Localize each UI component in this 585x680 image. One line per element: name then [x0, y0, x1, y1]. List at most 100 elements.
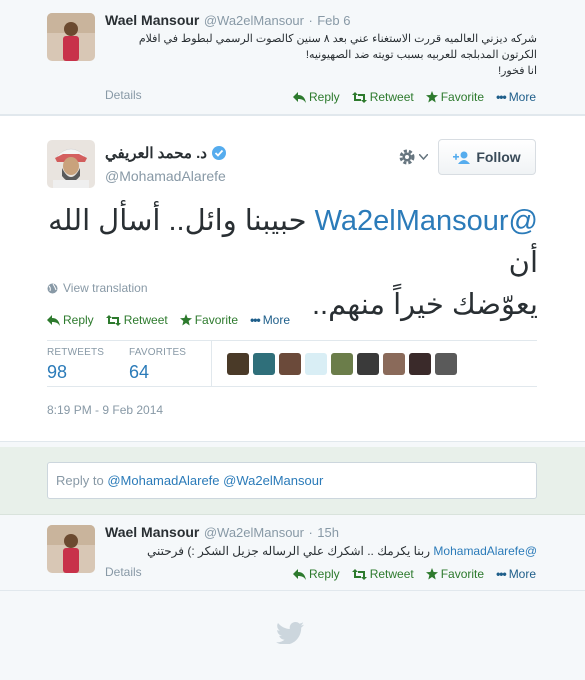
verified-icon	[211, 146, 226, 160]
star-icon	[425, 91, 438, 103]
twitter-bird-icon	[276, 622, 304, 649]
tweet-text-line: الكرتون المدبلجه للعربيه بسبب تويته ضد ا…	[305, 49, 537, 61]
author-name[interactable]: Wael Mansour	[105, 524, 199, 540]
gear-icon	[399, 149, 415, 165]
favoriter-avatar[interactable]	[331, 353, 353, 375]
tweet-text-line: شركه ديزني العالميه قررت الاستغناء عني ب…	[138, 33, 537, 45]
reply-mention: @MohamadAlarefe	[107, 473, 220, 488]
favoriter-avatar[interactable]	[305, 353, 327, 375]
mention-link[interactable]: @MohamadAlarefe	[433, 544, 537, 558]
favorite-button[interactable]: Favorite	[425, 567, 485, 581]
tweet-text-part: ربنا يكرمك .. اشكرك علي الرساله جزيل الش…	[147, 544, 431, 558]
more-dots-icon: •••	[496, 90, 507, 104]
details-link[interactable]: Details	[105, 88, 142, 102]
favorite-button[interactable]: Favorite	[179, 313, 239, 327]
favorite-button[interactable]: Favorite	[425, 90, 485, 104]
more-button[interactable]: ••• More	[250, 313, 290, 327]
author-handle[interactable]: @Wa2elMansour	[204, 525, 304, 540]
more-label: More	[508, 567, 537, 581]
author-name[interactable]: Wael Mansour	[105, 12, 199, 28]
avatar[interactable]	[47, 140, 95, 188]
avatar[interactable]	[47, 525, 95, 573]
favoriter-avatar[interactable]	[357, 353, 379, 375]
favorite-label: Favorite	[194, 313, 239, 327]
reply-label: Reply	[309, 567, 340, 581]
star-icon	[425, 568, 438, 580]
reply-icon	[47, 314, 60, 326]
tweet-actions: Reply Retweet Favorite ••• More	[47, 313, 290, 327]
expanded-tweet: د. محمد العريفي @MohamadAlarefe Follow @…	[0, 115, 585, 442]
retweets-label: RETWEETS	[47, 347, 105, 358]
details-link[interactable]: Details	[105, 565, 142, 579]
tweet-text-line: انا فخور!	[498, 65, 537, 77]
favoriter-avatar[interactable]	[227, 353, 249, 375]
follow-label: Follow	[476, 149, 521, 165]
favorite-label: Favorite	[440, 90, 485, 104]
reply-prefix: Reply to	[56, 473, 104, 488]
settings-menu[interactable]	[398, 148, 428, 166]
favoriter-avatar[interactable]	[435, 353, 457, 375]
timeline: Wael Mansour @Wa2elMansour · Feb 6 شركه …	[0, 0, 585, 680]
tweet-actions: Reply Retweet Favorite ••• More	[293, 90, 536, 104]
tweet-text: @MohamadAlarefe ربنا يكرمك .. اشكرك علي …	[105, 543, 537, 559]
retweet-button[interactable]: Retweet	[351, 90, 414, 104]
favoriter-avatars	[227, 353, 461, 375]
avatar[interactable]	[47, 13, 95, 61]
reply-area: Reply to @MohamadAlarefe @Wa2elMansour	[0, 447, 585, 515]
author-name[interactable]: د. محمد العريفي	[105, 144, 207, 162]
tweet-time[interactable]: Feb 6	[317, 13, 350, 28]
tweet-item[interactable]: Wael Mansour @Wa2elMansour · Feb 6 شركه …	[0, 0, 585, 115]
follow-button[interactable]: Follow	[438, 139, 536, 175]
author-handle[interactable]: @MohamadAlarefe	[105, 168, 226, 184]
view-translation-label: View translation	[63, 281, 148, 295]
reply-input[interactable]: Reply to @MohamadAlarefe @Wa2elMansour	[47, 462, 537, 499]
reply-button[interactable]: Reply	[293, 90, 340, 104]
more-button[interactable]: ••• More	[496, 90, 536, 104]
retweet-label: Retweet	[123, 313, 168, 327]
chevron-down-icon	[419, 154, 428, 160]
favoriter-avatar[interactable]	[409, 353, 431, 375]
favorites-stat[interactable]: FAVORITES 64	[129, 347, 186, 383]
retweets-stat[interactable]: RETWEETS 98	[47, 347, 104, 383]
reply-mention: @Wa2elMansour	[223, 473, 324, 488]
reply-icon	[293, 568, 306, 580]
more-dots-icon: •••	[496, 567, 507, 581]
favorite-label: Favorite	[440, 567, 485, 581]
globe-icon	[47, 283, 58, 293]
tweet-actions: Reply Retweet Favorite ••• More	[293, 567, 536, 581]
reply-button[interactable]: Reply	[293, 567, 340, 581]
tweet-text: @Wa2elMansour حبيبنا وائل.. أسأل الله أن…	[40, 200, 538, 326]
more-dots-icon: •••	[250, 313, 261, 327]
tweet-stats: RETWEETS 98 FAVORITES 64	[47, 340, 537, 387]
retweet-icon	[351, 91, 367, 103]
add-user-icon	[453, 151, 471, 164]
retweet-label: Retweet	[369, 567, 414, 581]
tweet-text: شركه ديزني العالميه قررت الاستغناء عني ب…	[105, 31, 537, 79]
reply-icon	[293, 91, 306, 103]
mention-link[interactable]: @Wa2elMansour	[315, 205, 538, 237]
retweet-label: Retweet	[369, 90, 414, 104]
retweet-icon	[105, 314, 121, 326]
favoriter-avatar[interactable]	[383, 353, 405, 375]
star-icon	[179, 314, 192, 326]
more-button[interactable]: ••• More	[496, 567, 536, 581]
tweet-timestamp[interactable]: 8:19 PM - 9 Feb 2014	[47, 403, 163, 417]
tweet-time[interactable]: 15h	[317, 525, 339, 540]
more-label: More	[262, 313, 291, 327]
reply-label: Reply	[63, 313, 94, 327]
reply-button[interactable]: Reply	[47, 313, 94, 327]
favorites-label: FAVORITES	[129, 347, 187, 358]
author-handle[interactable]: @Wa2elMansour	[204, 13, 304, 28]
favoriter-avatar[interactable]	[279, 353, 301, 375]
retweet-button[interactable]: Retweet	[105, 313, 168, 327]
retweet-button[interactable]: Retweet	[351, 567, 414, 581]
tweet-item[interactable]: Wael Mansour @Wa2elMansour · 15h @Mohama…	[0, 515, 585, 591]
retweets-count: 98	[47, 362, 68, 382]
favorites-count: 64	[129, 362, 150, 382]
view-translation-link[interactable]: View translation	[47, 281, 148, 295]
more-label: More	[508, 90, 537, 104]
favoriter-avatar[interactable]	[253, 353, 275, 375]
reply-label: Reply	[309, 90, 340, 104]
divider	[211, 341, 212, 386]
retweet-icon	[351, 568, 367, 580]
